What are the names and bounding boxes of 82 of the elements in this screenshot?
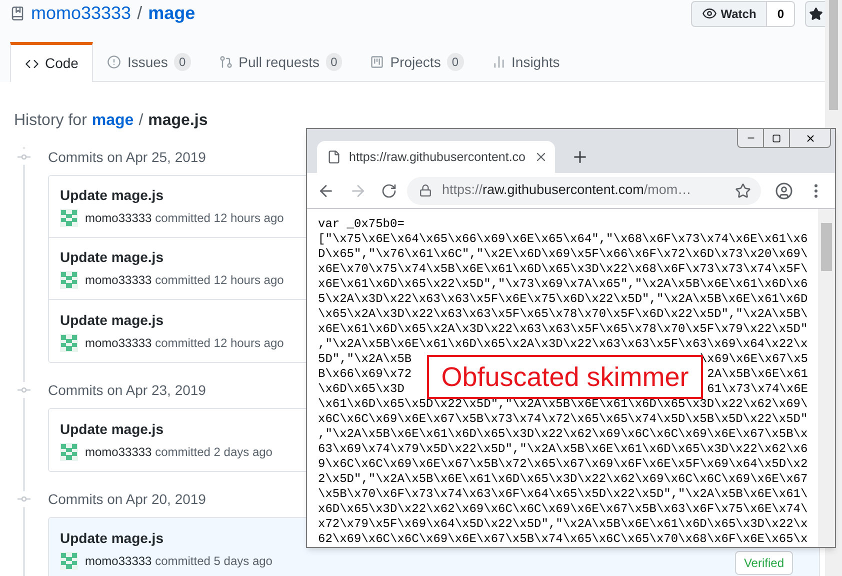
close-icon bbox=[804, 132, 816, 144]
file-icon bbox=[327, 150, 341, 164]
repo-name[interactable]: mage bbox=[148, 0, 196, 27]
code-fragment: 2A\x5B\x6E\x61 bbox=[707, 367, 808, 382]
code-line: \x5B\x70\x6F\x73\x74\x63\x6F\x64\x65\x5D\x22\x5D","\x2A\x5B\x6E\x61\ bbox=[318, 487, 808, 502]
reload-icon[interactable] bbox=[381, 182, 397, 198]
code-line: var _0x75b0= bbox=[318, 217, 404, 232]
commit-title[interactable]: Update mage.js bbox=[60, 248, 284, 266]
commit-title[interactable]: Update mage.js bbox=[60, 310, 284, 328]
tab-counter: 0 bbox=[326, 53, 342, 71]
code-line: 9\x6C\x6C\x69\x6E\x67\x5B\x72\x65\x67\x69\x6F\x6E\x5F\x69\x64\x5D\x2 bbox=[318, 457, 808, 472]
path-separator: / bbox=[138, 111, 144, 131]
history-file: mage.js bbox=[148, 111, 208, 131]
code-line: x6D\x65\x3D\x22\x62\x69\x6C\x6C\x69\x6E\x67\x5B\x63\x6F\x75\x6E\x74\ bbox=[318, 502, 808, 517]
bookmark-star-icon[interactable] bbox=[735, 182, 751, 198]
code-line: \x65\x2A\x3D\x22\x63\x63\x5F\x65\x78\x70\x5F\x6D\x22\x5D","\x2A\x5B\ bbox=[318, 307, 808, 322]
eye-icon bbox=[702, 6, 717, 21]
star-icon bbox=[809, 6, 823, 20]
code-scrollbar[interactable] bbox=[818, 209, 835, 547]
code-line: ,"\x2A\x5B\x6E\x61\x6D\x65\x2A\x3D\x22\x63\x63\x5F\x63\x69\x64\x22\x bbox=[318, 337, 808, 352]
code-line: D\x65","\x76\x61\x6C","\x2E\x6D\x69\x5F\x66\x6F\x72\x6D\x73\x20\x69\ bbox=[318, 247, 808, 262]
watch-count[interactable]: 0 bbox=[767, 0, 795, 26]
code-line: 2\x5D","\x2A\x5B\x6E\x61\x6D\x65\x3D\x22\x62\x69\x6C\x6C\x69\x6E\x67 bbox=[318, 472, 808, 487]
code-line: 62\x69\x6C\x6C\x69\x6E\x67\x5B\x74\x65\x6C\x65\x70\x68\x6F\x6E\x65\x bbox=[318, 532, 808, 547]
code-line: x6E\x61\x6D\x65\x22\x5D","\x73\x69\x7A\x65","\x2A\x5B\x6E\x61\x6D\x6 bbox=[318, 277, 808, 292]
repo-icon bbox=[10, 6, 25, 21]
code-line: 63\x69\x74\x79\x5D\x22\x5D","\x2A\x5B\x6E\x61\x6D\x65\x3D\x22\x62\x6 bbox=[318, 442, 808, 457]
tab-icon bbox=[218, 55, 233, 69]
code-fragment: \x6D\x65\x3D bbox=[318, 382, 404, 397]
commit-meta: momo33333 committed 12 hours ago bbox=[85, 334, 284, 352]
code-line: 5\x2A\x3D\x22\x63\x63\x5F\x6E\x75\x6D\x22\x5D","\x2A\x5B\x6E\x61\x6D bbox=[318, 292, 808, 307]
commit-title[interactable]: Update mage.js bbox=[60, 420, 272, 438]
path-separator: / bbox=[137, 2, 142, 25]
maximize-icon bbox=[772, 134, 781, 142]
history-label: History for bbox=[14, 111, 87, 131]
lock-icon bbox=[419, 184, 432, 197]
commit-title[interactable]: Update mage.js bbox=[60, 186, 284, 204]
code-line: x6E\x61\x6D\x65\x2A\x3D\x22\x63\x63\x5F\x65\x78\x70\x5F\x79\x22\x5D" bbox=[318, 322, 808, 337]
code-fragment: 61\x73\x74\x6E bbox=[707, 382, 808, 397]
repo-tab[interactable]: Code bbox=[10, 42, 94, 82]
commit-date-heading: Commits on Apr 25, 2019 bbox=[48, 148, 206, 167]
repo-tab[interactable]: Issues 0 bbox=[93, 42, 205, 82]
commit-date-heading: Commits on Apr 20, 2019 bbox=[48, 490, 206, 509]
code-fragment: B\x66\x69\x72 bbox=[318, 367, 412, 382]
avatar-icon bbox=[60, 552, 78, 570]
avatar-icon bbox=[60, 442, 78, 460]
tab-icon bbox=[492, 55, 506, 69]
code-line: x72\x79\x5F\x69\x64\x5D\x22\x5D","\x2A\x5B\x6E\x61\x6D\x65\x3D\x22\x bbox=[318, 517, 808, 532]
repo-owner[interactable]: momo33333 bbox=[31, 0, 132, 27]
url-text: https://raw.githubusercontent.com/mom… bbox=[442, 181, 692, 200]
repo-tab[interactable]: Pull requests 0 bbox=[204, 42, 356, 82]
commit-date-heading: Commits on Apr 23, 2019 bbox=[48, 380, 206, 400]
tab-counter: 0 bbox=[174, 53, 191, 71]
code-line: ,"\x2A\x5B\x6E\x61\x6D\x65\x3D\x22\x62\x69\x6C\x6C\x69\x6E\x67\x5B\x bbox=[318, 427, 808, 442]
repo-tab[interactable]: Insights bbox=[478, 42, 574, 82]
address-bar[interactable]: https://raw.githubusercontent.com/mom… bbox=[407, 176, 761, 204]
profile-icon[interactable] bbox=[775, 182, 793, 200]
scrollbar-thumb[interactable] bbox=[829, 0, 838, 110]
commit-meta: momo33333 committed 12 hours ago bbox=[85, 210, 284, 227]
code-line: \x61\x6D\x65\x5D\x22\x5D","\x2A\x5B\x6E\x61\x6D\x65\x3D\x22\x62\x69\ bbox=[318, 397, 808, 412]
tab-title: https://raw.githubusercontent.co bbox=[349, 148, 526, 166]
new-tab-icon[interactable] bbox=[571, 148, 589, 166]
commit-meta: momo33333 committed 5 days ago bbox=[85, 552, 272, 570]
annotation-label: Obfuscated skimmer bbox=[427, 355, 703, 399]
commit-meta: momo33333 committed 2 days ago bbox=[85, 444, 272, 460]
avatar-icon bbox=[60, 334, 78, 352]
star-button[interactable] bbox=[805, 0, 825, 26]
code-line: ["\x75\x6E\x64\x65\x66\x69\x6E\x65\x64","\x68\x6F\x73\x74\x6E\x61\x6 bbox=[318, 232, 808, 247]
commit-meta: momo33333 committed 12 hours ago bbox=[85, 272, 284, 289]
code-fragment: 5D","\x2A\x5B bbox=[318, 352, 412, 367]
browser-tab[interactable]: https://raw.githubusercontent.co bbox=[317, 141, 555, 173]
avatar-icon bbox=[60, 209, 78, 227]
code-line: x6E\x70\x75\x74\x5B\x6E\x61\x6D\x65\x3D\x22\x68\x6F\x73\x73\x74\x5F\ bbox=[318, 262, 808, 277]
tab-counter: 0 bbox=[446, 53, 464, 71]
commit-title[interactable]: Update mage.js bbox=[60, 528, 272, 546]
history-repo-link[interactable]: mage bbox=[92, 109, 134, 133]
tab-icon bbox=[107, 55, 122, 69]
watch-button[interactable]: Watch bbox=[690, 0, 768, 26]
repo-tab[interactable]: Projects 0 bbox=[356, 42, 478, 82]
avatar-icon bbox=[60, 271, 78, 289]
tab-icon bbox=[370, 55, 384, 69]
code-line: x6C\x6C\x69\x6E\x67\x5B\x73\x74\x72\x65\x65\x74\x5D\x5B\x5D\x22\x5D" bbox=[318, 412, 808, 427]
